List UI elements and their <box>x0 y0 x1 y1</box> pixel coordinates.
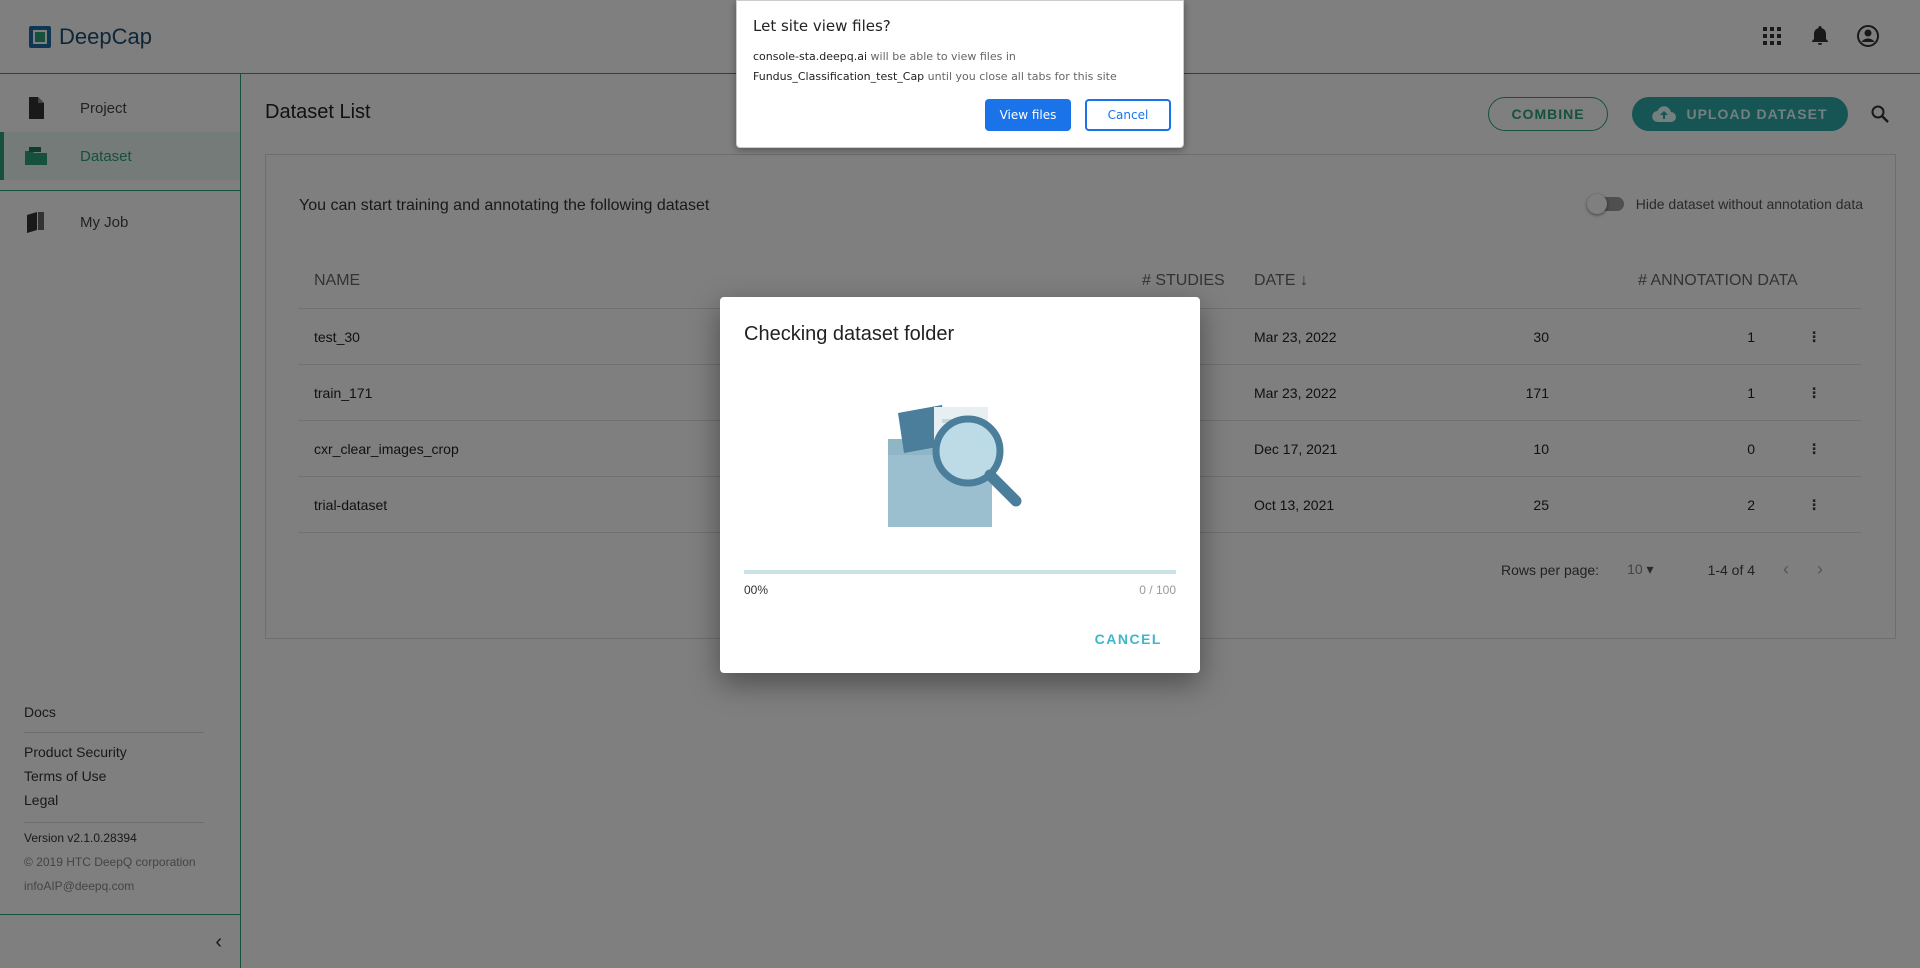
checking-folder-dialog: Checking dataset folder 00% 0 / 100 CANC… <box>720 297 1200 673</box>
folder-search-icon <box>888 405 1022 527</box>
dialog-title: Checking dataset folder <box>744 323 955 345</box>
progress-percent: 00% <box>744 583 769 597</box>
progress-count: 0 / 100 <box>1139 583 1176 597</box>
file-permission-popup: Let site view files? console-sta.deepq.a… <box>736 0 1184 148</box>
permission-cancel-button[interactable]: Cancel <box>1085 99 1171 131</box>
permission-site: console-sta.deepq.ai <box>753 50 868 63</box>
dialog-cancel-button[interactable]: CANCEL <box>1095 631 1162 647</box>
permission-text-2: until you close all tabs for this site <box>924 70 1117 83</box>
permission-text-1: will be able to view files in <box>867 50 1016 63</box>
view-files-button[interactable]: View files <box>985 99 1071 131</box>
check-progress-bar <box>744 570 1176 574</box>
permission-message: console-sta.deepq.ai will be able to vie… <box>753 47 1173 87</box>
permission-folder: Fundus_Classification_test_Cap <box>753 70 925 83</box>
permission-title: Let site view files? <box>753 17 891 35</box>
